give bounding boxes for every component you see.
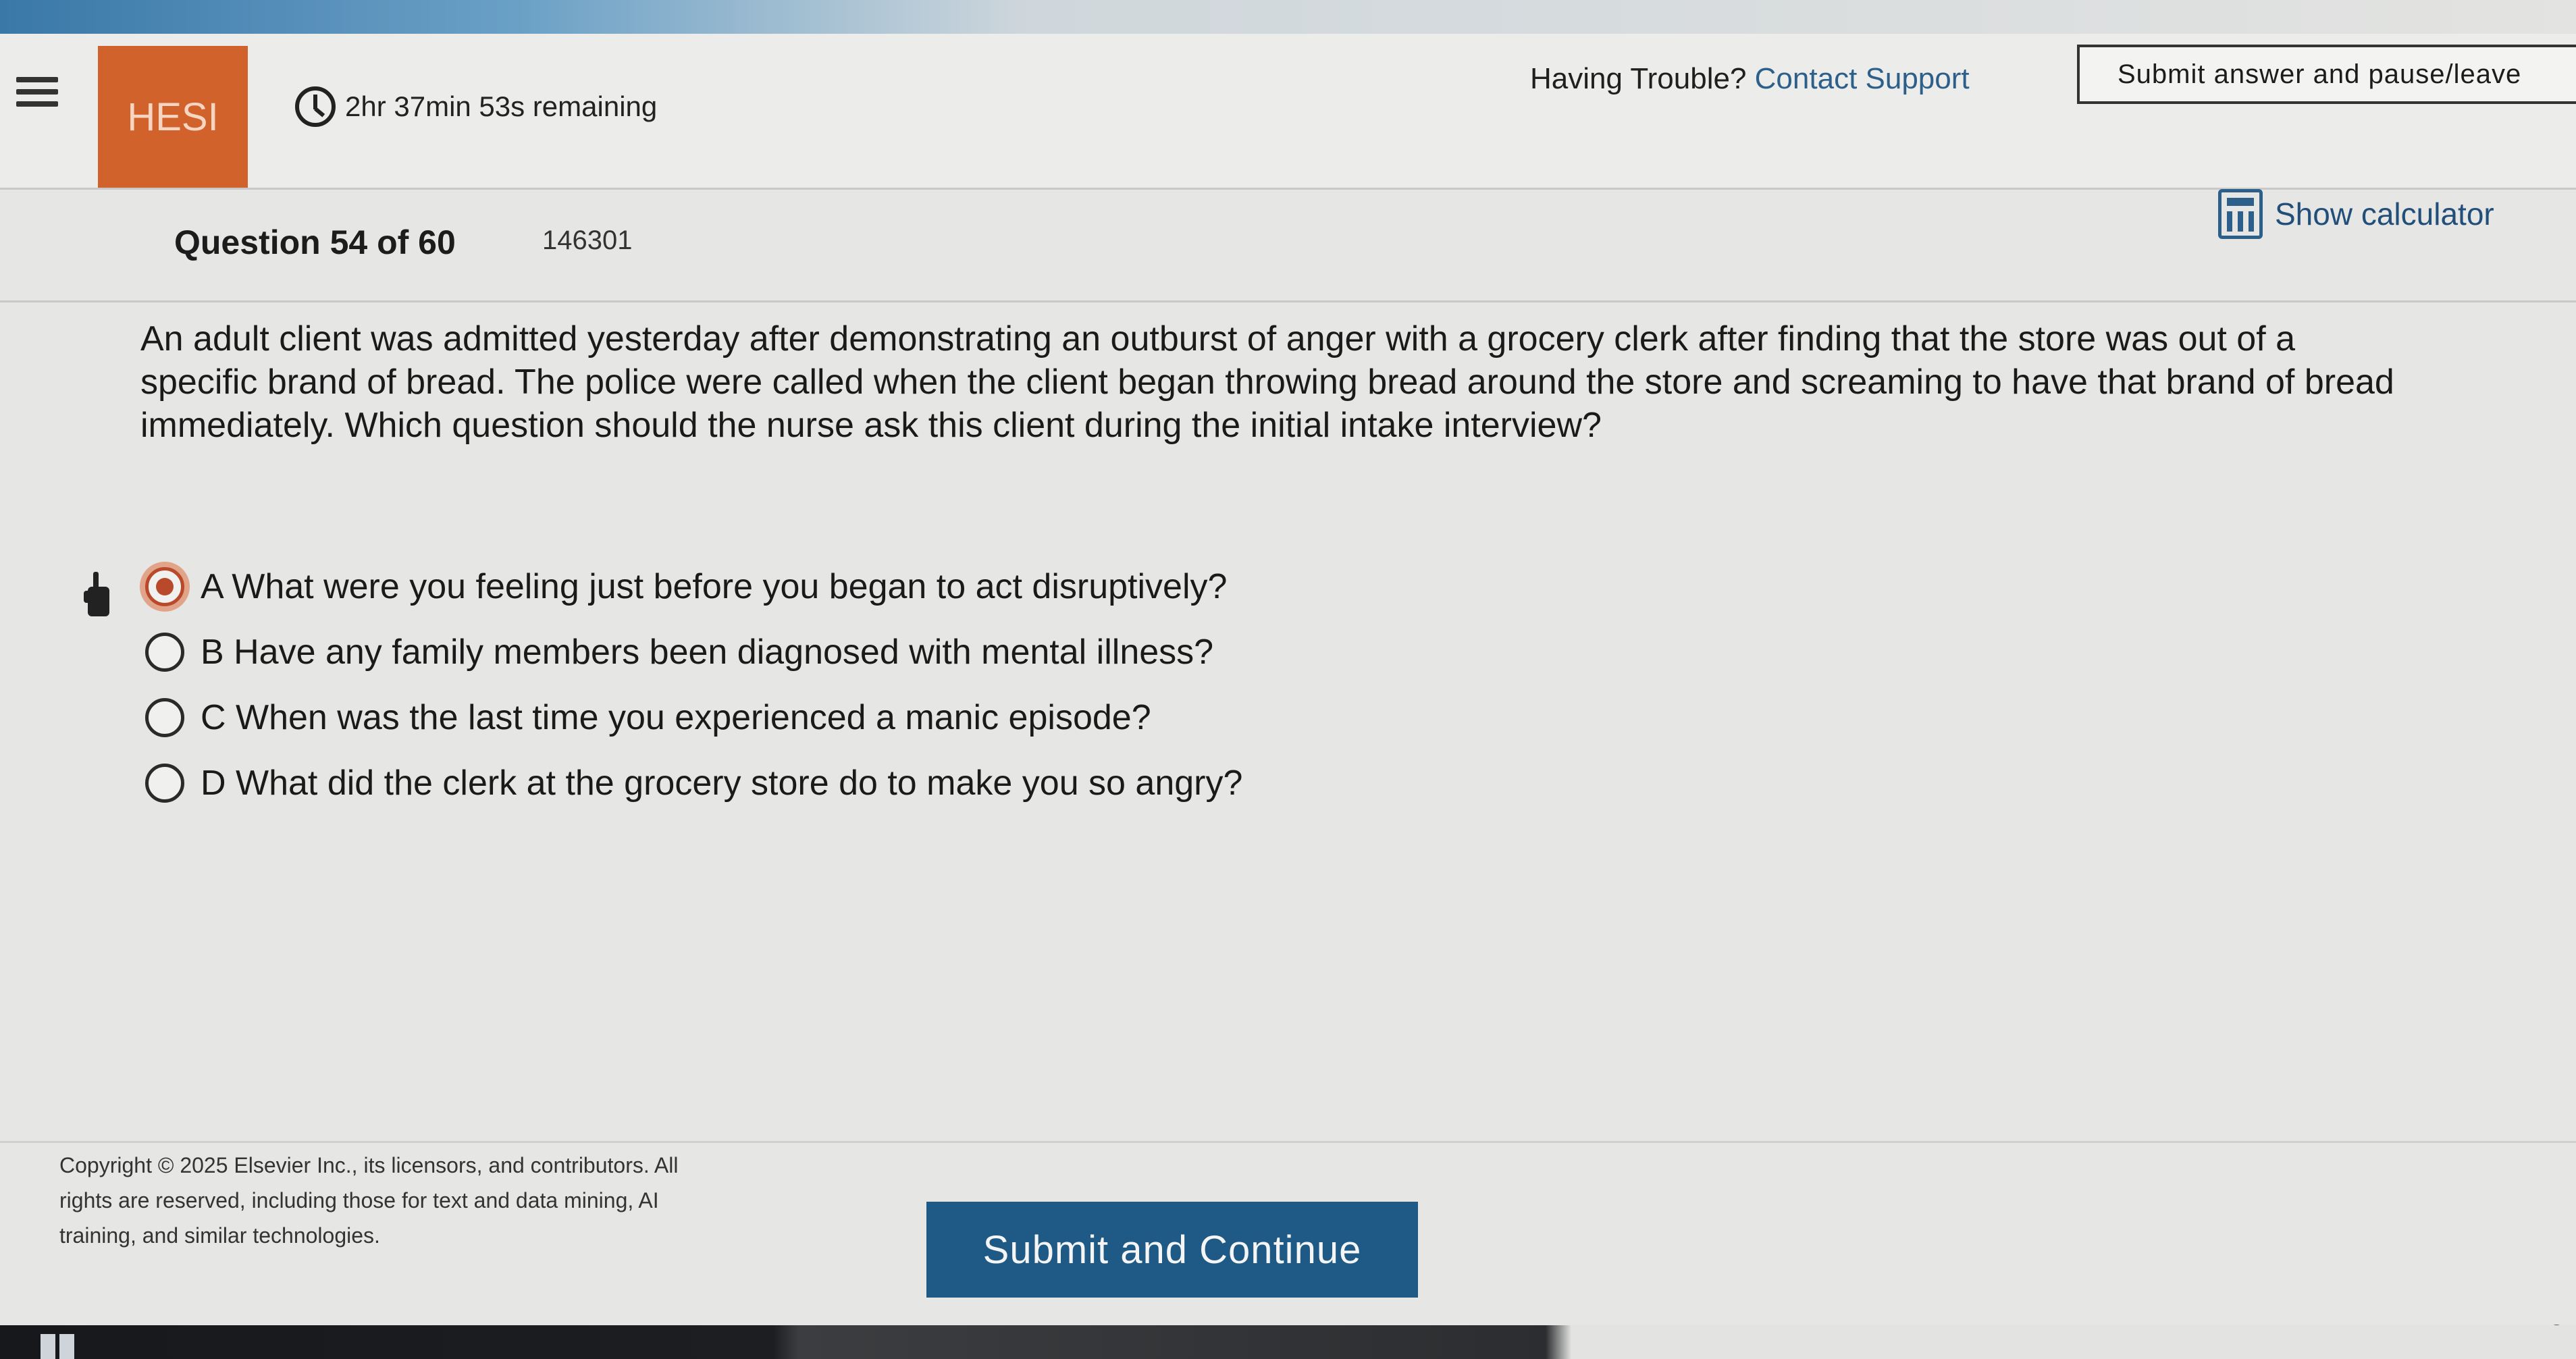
choice-text-d: D What did the clerk at the grocery stor… bbox=[201, 763, 1243, 803]
radio-c[interactable] bbox=[145, 697, 184, 737]
answer-choices: A What were you feeling just before you … bbox=[145, 554, 1242, 816]
choice-text-a: A What were you feeling just before you … bbox=[201, 566, 1228, 606]
copyright-notice: Copyright © 2025 Elsevier Inc., its lice… bbox=[59, 1153, 679, 1248]
radio-b[interactable] bbox=[145, 632, 184, 672]
menu-icon-bar bbox=[16, 101, 58, 107]
hamburger-menu-button[interactable] bbox=[0, 54, 74, 128]
timer-text: 2hr 37min 53s remaining bbox=[345, 90, 658, 122]
radio-a[interactable] bbox=[145, 566, 184, 606]
answer-choice-a[interactable]: A What were you feeling just before you … bbox=[145, 554, 1242, 619]
question-number: Question 54 of 60 bbox=[174, 223, 456, 261]
answer-choice-d[interactable]: D What did the clerk at the grocery stor… bbox=[145, 750, 1242, 816]
clock-icon bbox=[295, 86, 336, 127]
windows-start-icon[interactable] bbox=[41, 1334, 74, 1359]
choice-text-c: C When was the last time you experienced… bbox=[201, 697, 1151, 737]
menu-icon-bar bbox=[16, 77, 58, 82]
exam-timer: 2hr 37min 53s remaining bbox=[295, 86, 657, 127]
contact-support-link[interactable]: Contact Support bbox=[1755, 62, 1970, 95]
submit-continue-button[interactable]: Submit and Continue bbox=[926, 1202, 1418, 1298]
hand-cursor-icon bbox=[84, 572, 109, 616]
choice-text-b: B Have any family members been diagnosed… bbox=[201, 632, 1214, 672]
brand-logo: HESI bbox=[98, 46, 248, 188]
answer-choice-c[interactable]: C When was the last time you experienced… bbox=[145, 685, 1242, 750]
question-id: 146301 bbox=[542, 225, 633, 255]
os-taskbar bbox=[0, 1325, 2576, 1359]
answer-choice-b[interactable]: B Have any family members been diagnosed… bbox=[145, 619, 1242, 685]
browser-top-strip bbox=[0, 0, 2576, 34]
question-stem: An adult client was admitted yesterday a… bbox=[140, 319, 2394, 445]
menu-icon-bar bbox=[16, 89, 58, 95]
support-message: Having Trouble? Contact Support bbox=[1530, 62, 1970, 96]
calculator-icon bbox=[2218, 189, 2263, 239]
show-calculator-button[interactable]: Show calculator bbox=[2218, 189, 2494, 239]
calculator-label: Show calculator bbox=[2275, 196, 2494, 232]
radio-d[interactable] bbox=[145, 763, 184, 803]
submit-pause-button[interactable]: Submit answer and pause/leave bbox=[2077, 45, 2576, 104]
help-prefix: Having Trouble? bbox=[1530, 62, 1747, 95]
